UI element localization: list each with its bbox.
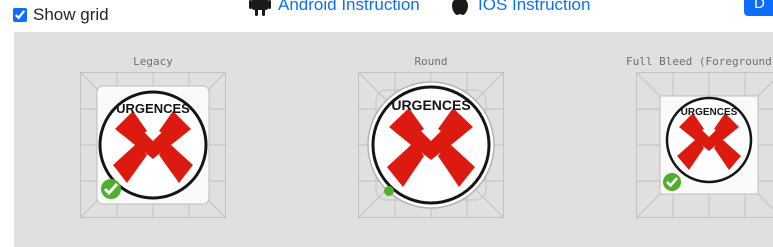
full-bleed-icon-preview: URGENCES xyxy=(636,72,773,218)
check-badge-icon xyxy=(384,186,394,196)
svg-text:URGENCES: URGENCES xyxy=(681,107,738,118)
apple-icon xyxy=(452,0,468,15)
round-icon-preview: URGENCES xyxy=(358,72,504,218)
android-instruction-label: Android Instruction xyxy=(278,0,420,14)
show-grid-checkbox[interactable] xyxy=(13,8,27,22)
ios-instruction-label: IOS Instruction xyxy=(478,0,591,14)
legacy-icon-preview: URGENCES xyxy=(80,72,226,218)
android-instruction-link[interactable]: Android Instruction xyxy=(248,0,420,17)
full-bleed-label: Full Bleed (Foreground) xyxy=(626,55,773,68)
download-button[interactable]: D xyxy=(744,0,773,16)
top-toolbar: Show grid Android Instruction IOS Instru… xyxy=(0,0,773,32)
legacy-label: Legacy xyxy=(133,55,173,68)
ios-instruction-link[interactable]: IOS Instruction xyxy=(448,0,590,17)
urgences-logo: URGENCES xyxy=(371,85,491,205)
show-grid-label: Show grid xyxy=(33,5,109,24)
svg-text:URGENCES: URGENCES xyxy=(391,97,470,113)
show-grid-toggle[interactable]: Show grid xyxy=(13,4,109,26)
android-icon xyxy=(249,0,271,16)
urgences-logo: URGENCES xyxy=(665,96,753,184)
icon-preview-area: Legacy Round Full Bleed (Foreground) URG… xyxy=(14,32,773,247)
svg-text:URGENCES: URGENCES xyxy=(116,101,190,116)
round-label: Round xyxy=(414,55,448,68)
